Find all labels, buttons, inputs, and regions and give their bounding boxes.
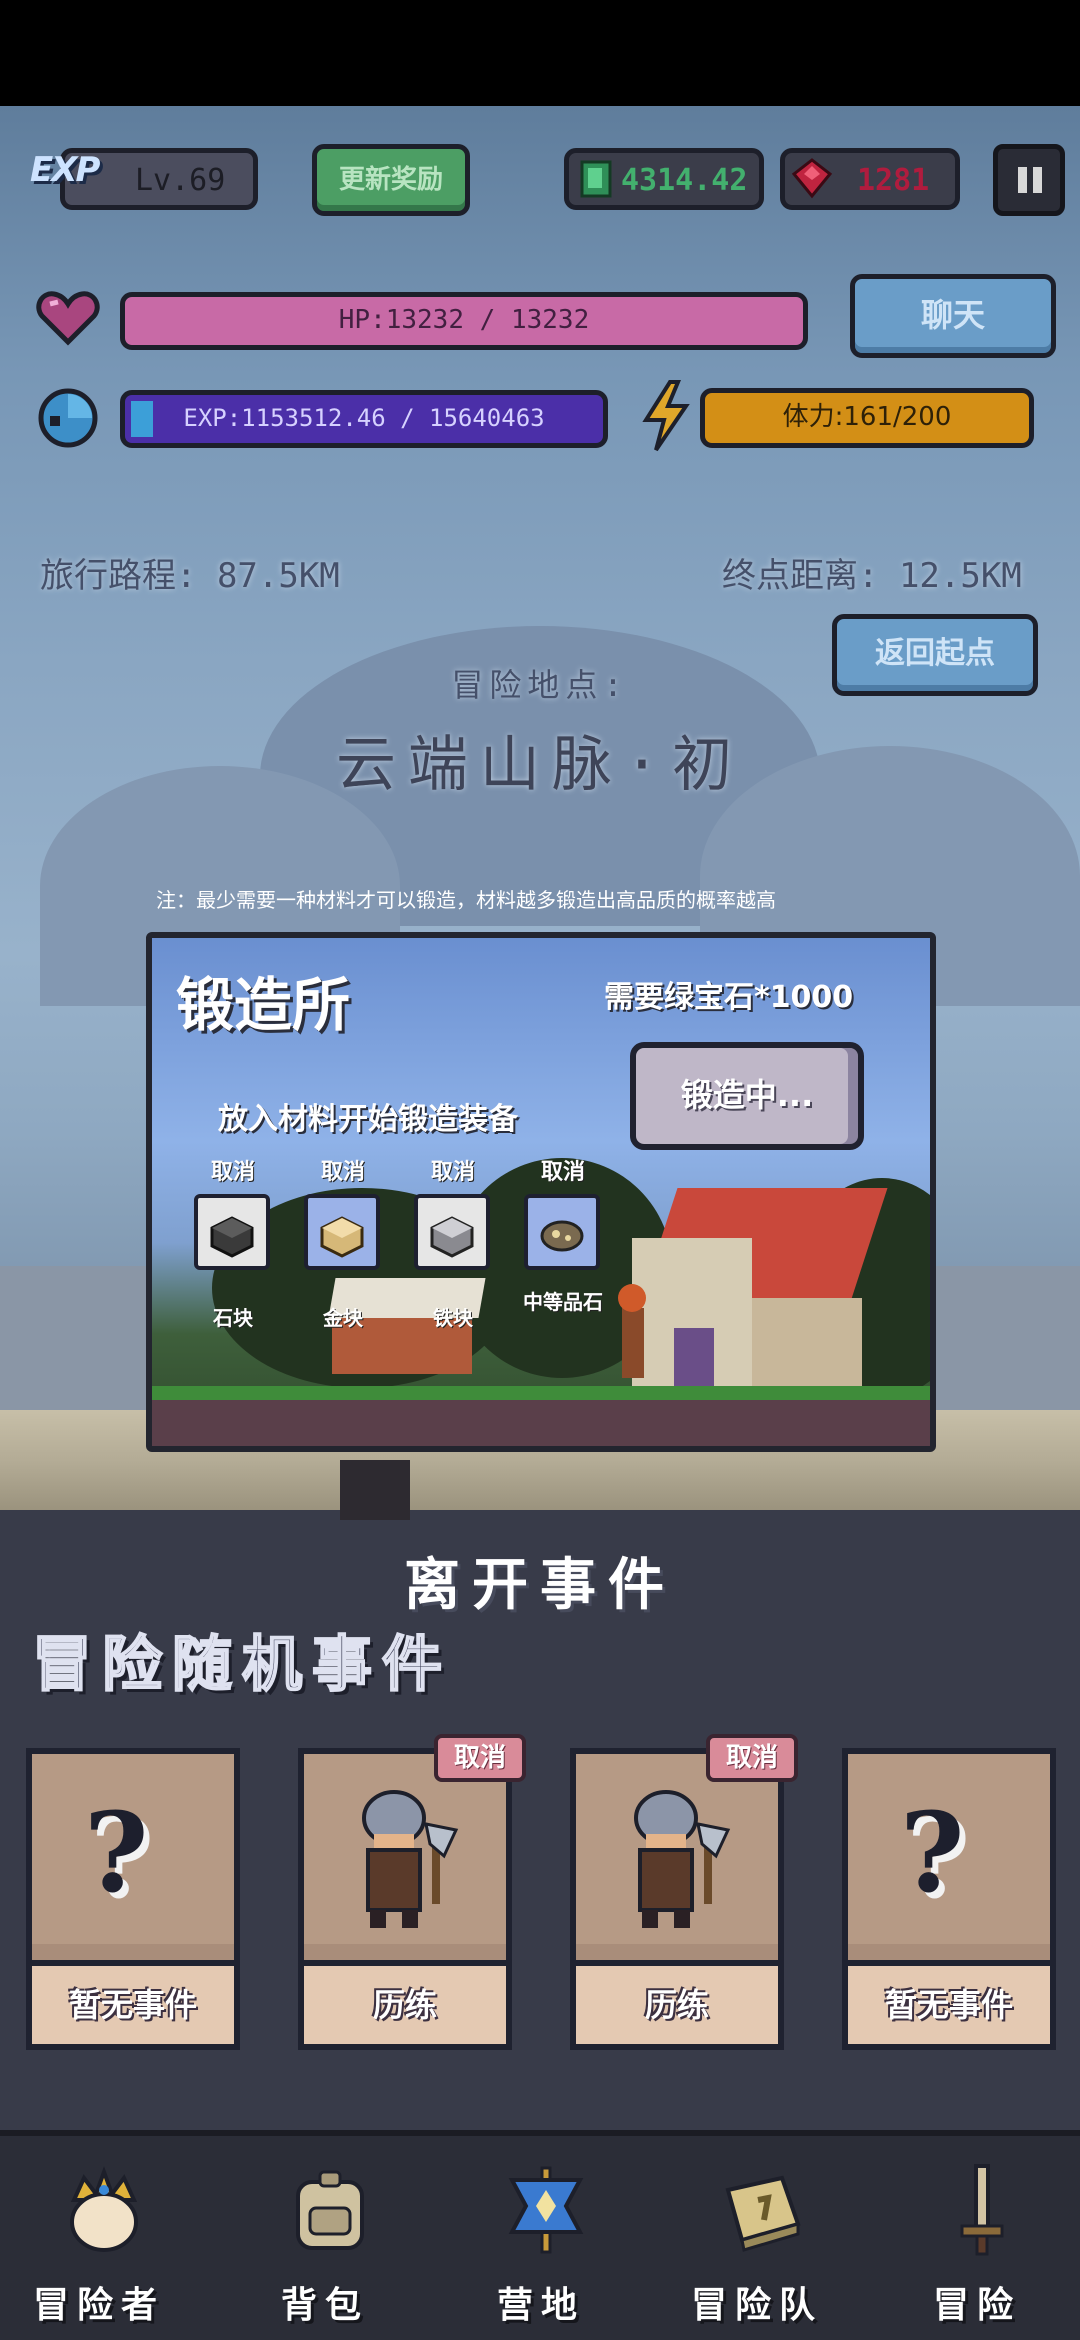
hp-bar: HP:13232 / 13232 (120, 292, 808, 350)
slot-cancel-button[interactable]: 取消 (298, 1154, 388, 1186)
heart-icon (36, 291, 100, 346)
location-label: 冒险地点: (451, 666, 629, 704)
material-name: 中等品石 (523, 1290, 603, 1314)
ruby-icon (791, 158, 833, 199)
event-cancel-button[interactable]: 取消 (706, 1734, 798, 1782)
house-wall (752, 1298, 862, 1388)
nav-adventurer[interactable]: 冒险者 (14, 2140, 184, 2340)
hp-text: HP:13232 / 13232 (338, 305, 590, 335)
crown-helmet-icon (70, 2166, 138, 2252)
ruby-amount: 1281 (857, 163, 930, 198)
random-events-title: 冒险随机事件 (31, 1629, 452, 1701)
material-name: 石块 (213, 1306, 253, 1330)
stamina-text: 体力:161/200 (782, 402, 952, 432)
house-door (674, 1328, 714, 1388)
level-text: Lv.69 (135, 163, 226, 198)
blacksmith-npc (622, 1308, 644, 1378)
exp-text: EXP:1153512.46 / 15640463 (183, 404, 545, 432)
exp-bar-fill (131, 401, 153, 437)
question-mark-icon: ? (900, 1788, 965, 1917)
material-slot-gold[interactable] (304, 1194, 380, 1270)
lightning-icon (642, 380, 690, 452)
forge-instruction: 放入材料开始锻造装备 (218, 1102, 518, 1137)
forge-dialog: 锻造所 需要绿宝石*1000 锻造中... 放入材料开始锻造装备 取消 石块 取… (146, 932, 936, 1452)
material-slot-iron[interactable] (414, 1194, 490, 1270)
nav-backpack[interactable]: 背包 (240, 2140, 410, 2340)
exp-orb-icon (38, 388, 98, 448)
blacksmith-head (618, 1284, 646, 1312)
nav-label: 背包 (280, 2285, 369, 2326)
dwarf-warrior-icon (634, 1790, 731, 1928)
forging-button[interactable]: 锻造中... (630, 1042, 864, 1150)
travel-distance: 旅行路程: 87.5KM (40, 556, 340, 596)
chat-button[interactable]: 聊天 (850, 274, 1056, 358)
pause-button[interactable] (993, 144, 1065, 216)
material-name: 金块 (323, 1306, 363, 1330)
nav-adventure[interactable]: 冒险 (892, 2140, 1062, 2340)
backpack-icon (296, 2170, 364, 2250)
guild-book-icon (725, 2175, 801, 2252)
event-card-label: 暂无事件 (32, 1960, 234, 2044)
nav-party[interactable]: 冒险队 (672, 2140, 842, 2340)
remaining-distance: 终点距离: 12.5KM (722, 556, 1022, 596)
emerald-amount: 4314.42 (621, 163, 748, 198)
location-name: 云端山脉·初 (335, 730, 745, 800)
slot-cancel-button[interactable]: 取消 (188, 1154, 278, 1186)
event-card-training[interactable]: 历练 (298, 1748, 512, 2050)
forge-note: 注：最少需要一种材料才可以锻造，材料越多锻造出高品质的概率越高 (156, 888, 776, 912)
emerald-icon (580, 160, 612, 198)
stamina-bar: 体力:161/200 (700, 388, 1034, 448)
nav-label: 冒险队 (690, 2285, 823, 2326)
event-card-empty[interactable]: ? 暂无事件 (842, 1748, 1056, 2050)
slot-cancel-button[interactable]: 取消 (518, 1154, 608, 1186)
material-slot-mid-stone[interactable] (524, 1194, 600, 1270)
question-mark-icon: ? (84, 1788, 149, 1917)
camp-banner-icon (508, 2166, 584, 2254)
dwarf-warrior-icon (362, 1790, 459, 1928)
event-card-label: 历练 (576, 1960, 778, 2044)
forge-cost: 需要绿宝石*1000 (604, 980, 854, 1015)
slot-cancel-button[interactable]: 取消 (408, 1154, 498, 1186)
event-card-label: 历练 (304, 1960, 506, 2044)
hero-character (340, 1460, 410, 1520)
exp-bar: EXP:1153512.46 / 15640463 (120, 390, 608, 448)
nav-label: 冒险 (932, 2285, 1021, 2326)
event-card-empty[interactable]: ? 暂无事件 (26, 1748, 240, 2050)
nav-camp[interactable]: 营地 (456, 2140, 626, 2340)
nav-label: 冒险者 (32, 2285, 165, 2326)
gold-block-icon (320, 1216, 364, 1258)
update-reward-button[interactable]: 更新奖励 (312, 144, 470, 216)
material-name: 铁块 (433, 1306, 473, 1330)
event-card-training[interactable]: 历练 (570, 1748, 784, 2050)
material-slot-stone[interactable] (194, 1194, 270, 1270)
iron-block-icon (430, 1216, 474, 1258)
sword-icon (960, 2164, 1004, 2256)
stone-block-icon (210, 1216, 254, 1258)
forge-title: 锻造所 (176, 971, 351, 1039)
nav-label: 营地 (496, 2285, 585, 2326)
event-cancel-button[interactable]: 取消 (434, 1734, 526, 1782)
forge-ground (152, 1386, 930, 1446)
leave-event-button[interactable]: 离开事件 (0, 1540, 1080, 1621)
exp-badge-icon: EXP (30, 150, 100, 190)
event-card-label: 暂无事件 (848, 1960, 1050, 2044)
ore-stone-icon (540, 1220, 584, 1252)
